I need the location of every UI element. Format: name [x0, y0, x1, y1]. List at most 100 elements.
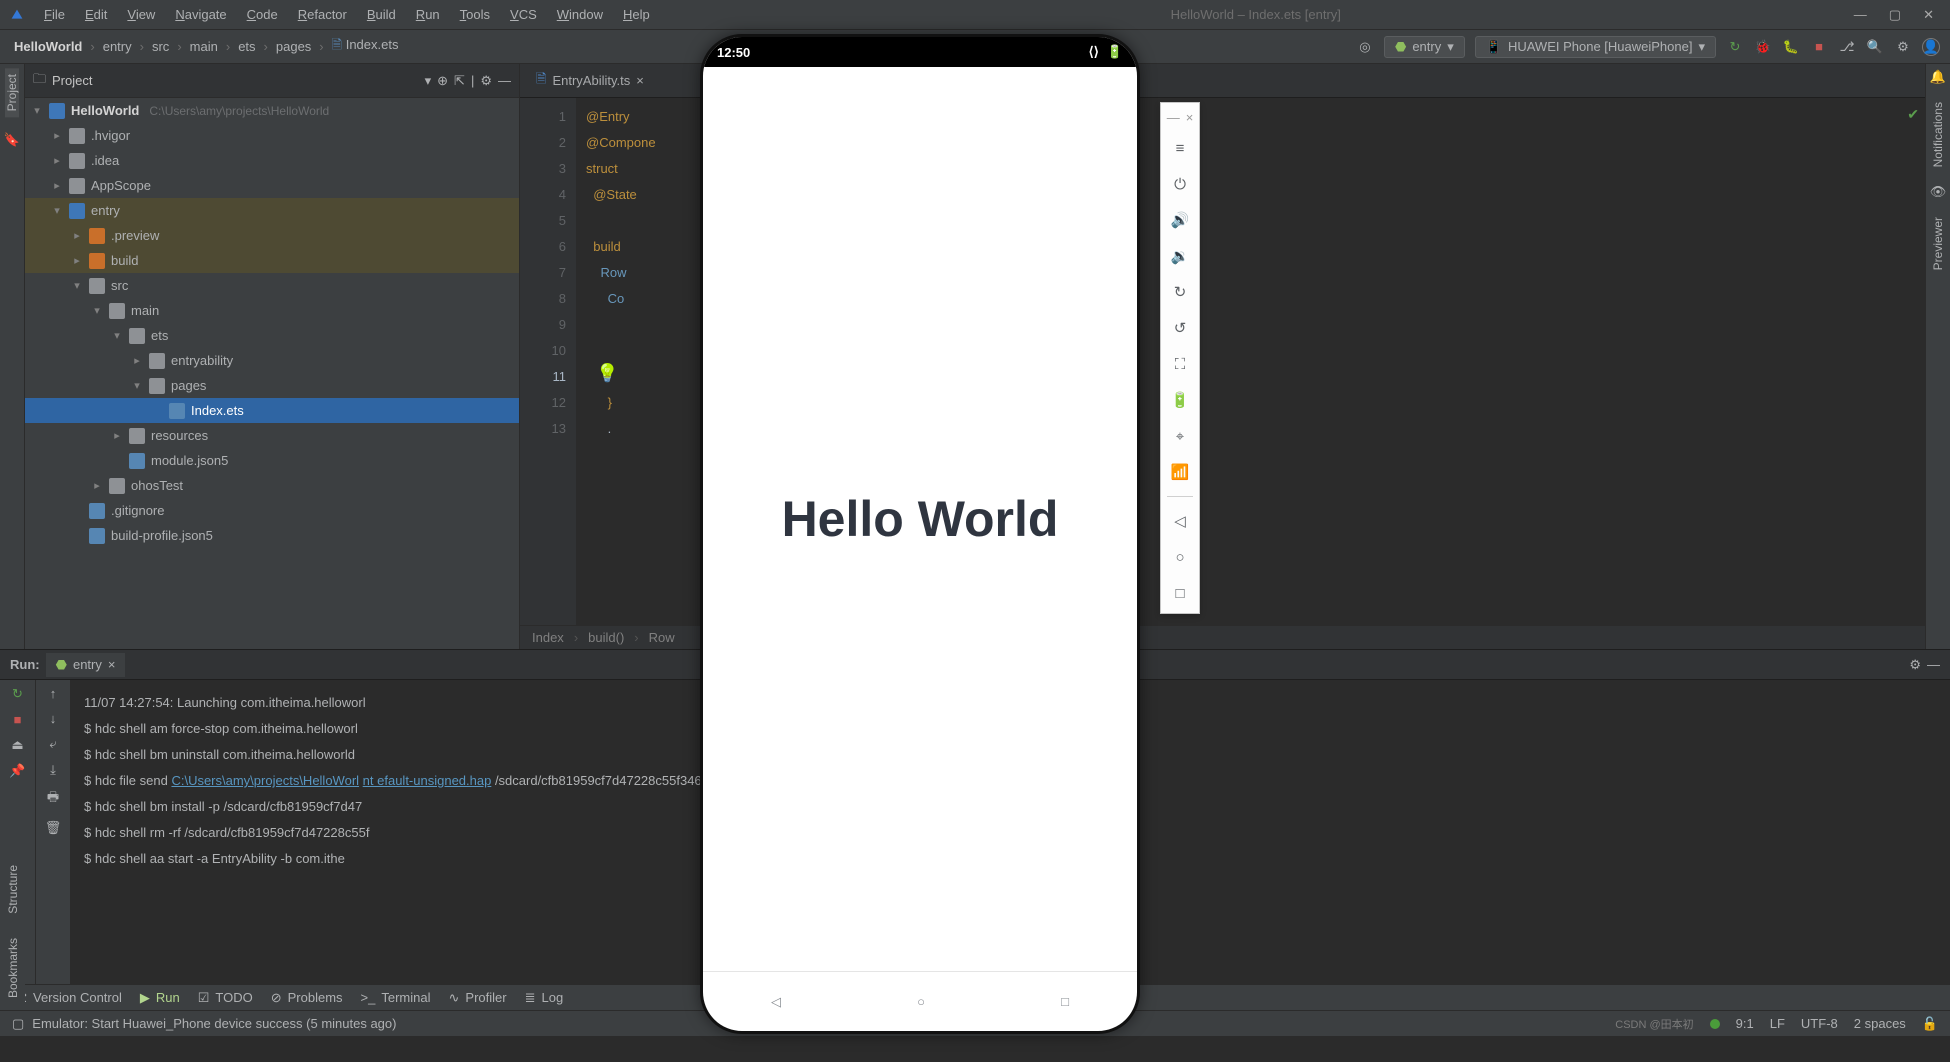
menu-navigate[interactable]: Navigate	[167, 5, 234, 24]
crumb-main[interactable]: main	[186, 37, 222, 56]
stop-icon[interactable]: ■	[1810, 38, 1828, 56]
bookmark-icon[interactable]: 🔖	[3, 131, 21, 149]
em-tool-9[interactable]: 📶	[1164, 456, 1196, 488]
hide-panel-icon[interactable]: —	[498, 73, 511, 88]
phone-screen[interactable]: Hello World	[703, 67, 1137, 971]
tree-root[interactable]: ▾HelloWorldC:\Users\amy\projects\HelloWo…	[25, 98, 519, 123]
bug-run-icon[interactable]: 🐞	[1754, 38, 1772, 56]
em-nav-btn[interactable]: ○	[1164, 541, 1196, 573]
project-tool-button[interactable]: Project	[5, 68, 19, 117]
em-tool-3[interactable]: 🔉	[1164, 240, 1196, 272]
tree-item-entry[interactable]: ▾entry	[25, 198, 519, 223]
tree-item--preview[interactable]: ▸.preview	[25, 223, 519, 248]
bottom-todo[interactable]: ☑TODO	[198, 990, 253, 1006]
bookmarks-tool-button[interactable]: Bookmarks	[6, 932, 20, 1004]
avatar-icon[interactable]: 👤	[1922, 38, 1940, 56]
ed-crumb[interactable]: Index	[532, 630, 564, 645]
em-tool-7[interactable]: 🔋	[1164, 384, 1196, 416]
file-encoding[interactable]: UTF-8	[1801, 1016, 1838, 1031]
tree-item--gitignore[interactable]: .gitignore	[25, 498, 519, 523]
em-tool-5[interactable]: ↺	[1164, 312, 1196, 344]
bottom-version-control[interactable]: ⎇Version Control	[12, 990, 122, 1006]
tree-item-index-ets[interactable]: Index.ets	[25, 398, 519, 423]
em-tool-0[interactable]: ≡	[1164, 132, 1196, 164]
bottom-profiler[interactable]: ∿Profiler	[449, 990, 507, 1006]
tree-item-src[interactable]: ▾src	[25, 273, 519, 298]
up-icon[interactable]: ↑	[50, 686, 57, 701]
previewer-icon[interactable]: 👁	[1929, 183, 1947, 201]
tree-item--idea[interactable]: ▸.idea	[25, 148, 519, 173]
phone-nav-btn[interactable]: □	[1061, 994, 1069, 1009]
crumb-helloworld[interactable]: HelloWorld	[10, 37, 86, 56]
em-tool-2[interactable]: 🔊	[1164, 204, 1196, 236]
em-nav-btn[interactable]: ◁	[1164, 505, 1196, 537]
menu-build[interactable]: Build	[359, 5, 404, 24]
stop-icon[interactable]: ■	[14, 712, 22, 727]
hide-panel-icon[interactable]: —	[1927, 657, 1940, 672]
crumb-pages[interactable]: pages	[272, 37, 315, 56]
notifications-icon[interactable]: 🔔	[1929, 68, 1947, 86]
tree-item--hvigor[interactable]: ▸.hvigor	[25, 123, 519, 148]
trash-icon[interactable]: 🗑	[45, 820, 62, 836]
run-settings-icon[interactable]: ⚙	[1909, 657, 1921, 673]
menu-view[interactable]: View	[119, 5, 163, 24]
line-separator[interactable]: LF	[1770, 1016, 1785, 1031]
menu-window[interactable]: Window	[549, 5, 611, 24]
panel-settings-icon[interactable]: ⚙	[480, 73, 492, 89]
menu-tools[interactable]: Tools	[452, 5, 498, 24]
menu-code[interactable]: Code	[239, 5, 286, 24]
menu-edit[interactable]: Edit	[77, 5, 115, 24]
project-tree[interactable]: ▾HelloWorldC:\Users\amy\projects\HelloWo…	[25, 98, 519, 649]
git-icon[interactable]: ⎇	[1838, 38, 1856, 56]
device-selector[interactable]: 📱HUAWEI Phone [HuaweiPhone]▾	[1475, 36, 1716, 58]
em-tool-1[interactable]: ⏻	[1164, 168, 1196, 200]
bottom-run[interactable]: ▶Run	[140, 990, 180, 1006]
gear-icon[interactable]: ⚙	[1894, 38, 1912, 56]
bottom-problems[interactable]: ⊘Problems	[271, 990, 343, 1006]
menu-help[interactable]: Help	[615, 5, 658, 24]
tree-item-pages[interactable]: ▾pages	[25, 373, 519, 398]
locate-icon[interactable]: ⊕	[437, 73, 448, 89]
tree-item-resources[interactable]: ▸resources	[25, 423, 519, 448]
wrap-icon[interactable]: ⤶	[49, 736, 56, 752]
pin-icon[interactable]: 📌	[9, 763, 25, 779]
expand-icon[interactable]: ⇱	[454, 73, 465, 89]
lock-icon[interactable]: 🔓	[1922, 1016, 1938, 1032]
structure-tool-button[interactable]: Structure	[6, 859, 20, 920]
tree-item-build-profile-json5[interactable]: build-profile.json5	[25, 523, 519, 548]
crumb-src[interactable]: src	[148, 37, 173, 56]
crumb-index.ets[interactable]: 🗎 Index.ets	[328, 34, 403, 60]
status-icon[interactable]: ▢	[12, 1016, 24, 1032]
previewer-tool-button[interactable]: Previewer	[1931, 211, 1945, 276]
tree-item-appscope[interactable]: ▸AppScope	[25, 173, 519, 198]
crumb-entry[interactable]: entry	[99, 37, 136, 56]
file-link[interactable]: C:\Users\amy\projects\HelloWorl	[171, 773, 359, 788]
indent-info[interactable]: 2 spaces	[1854, 1016, 1906, 1031]
tree-item-ohostest[interactable]: ▸ohosTest	[25, 473, 519, 498]
tree-item-entryability[interactable]: ▸entryability	[25, 348, 519, 373]
emulator-phone[interactable]: 12:50 ⟨⟩ 🔋 Hello World ◁○□	[700, 34, 1140, 1034]
intention-bulb-icon[interactable]: 💡	[596, 360, 618, 386]
tree-item-main[interactable]: ▾main	[25, 298, 519, 323]
run-tab-entry[interactable]: ⬣entry×	[46, 653, 126, 677]
em-close-icon[interactable]: ×	[1186, 110, 1194, 125]
close-icon[interactable]: ✕	[1923, 7, 1934, 23]
caret-position[interactable]: 9:1	[1736, 1016, 1754, 1031]
editor-tab-entryability[interactable]: 🗎 EntryAbility.ts ×	[526, 64, 654, 98]
rerun-icon[interactable]: ↻	[12, 686, 23, 702]
menu-vcs[interactable]: VCS	[502, 5, 545, 24]
em-tool-6[interactable]: ⛶	[1164, 348, 1196, 380]
bottom-log[interactable]: ≣Log	[525, 990, 564, 1006]
close-tab-icon[interactable]: ×	[636, 73, 644, 88]
ed-crumb[interactable]: Row	[649, 630, 675, 645]
phone-nav-btn[interactable]: ◁	[771, 994, 781, 1010]
ed-crumb[interactable]: build()	[588, 630, 624, 645]
tree-item-build[interactable]: ▸build	[25, 248, 519, 273]
tree-item-module-json5[interactable]: module.json5	[25, 448, 519, 473]
maximize-icon[interactable]: ▢	[1889, 7, 1901, 23]
em-tool-8[interactable]: ⌖	[1164, 420, 1196, 452]
menu-run[interactable]: Run	[408, 5, 448, 24]
crumb-ets[interactable]: ets	[234, 37, 259, 56]
close-icon[interactable]: ×	[108, 657, 116, 672]
print-icon[interactable]: 🖶	[47, 788, 59, 810]
